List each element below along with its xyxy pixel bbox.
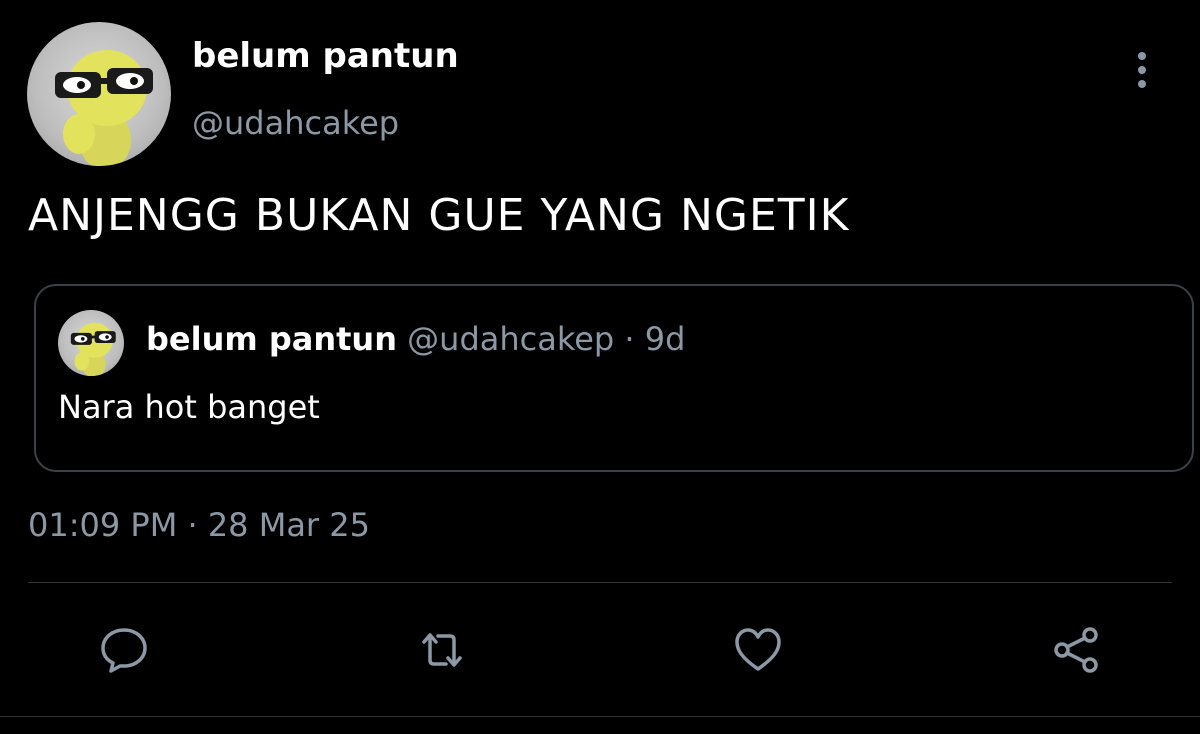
avatar-figure-image [70,322,116,376]
author-handle[interactable]: @udahcakep [192,104,399,142]
share-nodes-icon [1054,627,1098,673]
quoted-author-handle: @udahcakep [407,320,615,358]
tweet-timestamp: 01:09 PM · 28 Mar 25 [28,506,370,544]
share-button[interactable] [1048,622,1104,678]
bottom-divider [0,716,1200,717]
quoted-author-name: belum pantun [146,320,397,358]
quoted-author-avatar [58,310,124,376]
tweet-text: ANJENGG BUKAN GUE YANG NGETIK [28,190,850,241]
avatar-figure-image [55,50,153,166]
author-name[interactable]: belum pantun [192,36,459,76]
like-button[interactable] [730,622,786,678]
separator-dot: · [624,320,635,358]
divider [28,582,1172,583]
retweet-button[interactable] [414,622,470,678]
quoted-tweet-card[interactable]: belum pantun @udahcakep · 9d Nara hot ba… [34,284,1194,472]
more-options-button[interactable] [1124,48,1160,92]
comment-bubble-icon [101,628,147,673]
quoted-tweet-header: belum pantun @udahcakep · 9d [146,320,685,358]
retweet-arrows-icon [422,633,462,667]
more-vertical-icon [1138,52,1146,88]
reply-button[interactable] [96,622,152,678]
author-avatar[interactable] [27,22,171,166]
tweet: belum pantun @udahcakep ANJENGG BUKAN GU… [0,0,1200,734]
quoted-tweet-text: Nara hot banget [58,388,320,426]
heart-icon [735,628,781,671]
quoted-tweet-age: 9d [644,320,686,358]
